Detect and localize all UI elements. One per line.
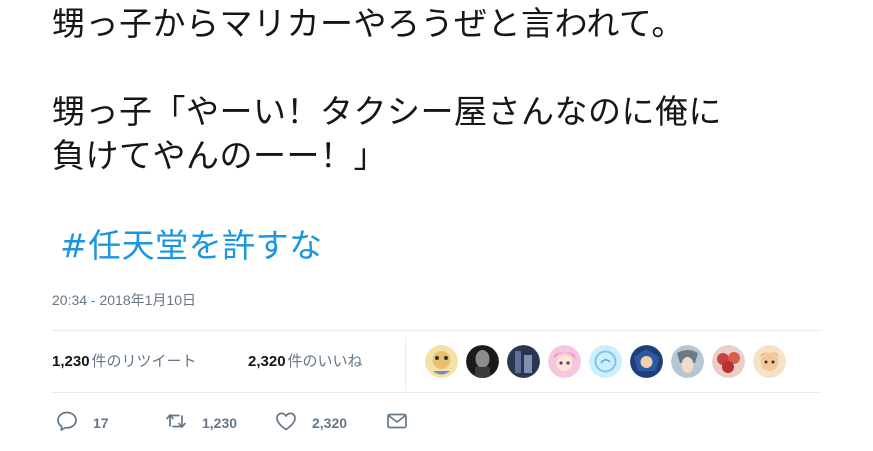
retweet-button[interactable]: 1,230 (164, 408, 237, 438)
like-count: 2,320 (312, 415, 348, 431)
direct-message-button[interactable] (385, 408, 409, 438)
likes-stat-label: 件のいいね (287, 353, 363, 370)
likes-stat[interactable]: 2,320 件のいいね (248, 350, 363, 371)
reply-icon (55, 409, 79, 437)
retweets-stat-label: 件のリツイート (91, 353, 197, 370)
stats-divider (405, 338, 406, 390)
tweet-line-4: 負けてやんのーー！」 (52, 136, 387, 175)
avatar[interactable] (630, 345, 663, 378)
avatar[interactable] (425, 345, 458, 378)
tweet-actions: 17 1,230 2,320 (52, 408, 452, 438)
likes-stat-count: 2,320 (248, 353, 286, 370)
retweets-stat-count: 1,230 (52, 353, 90, 370)
like-button[interactable]: 2,320 (274, 408, 347, 438)
avatar[interactable] (589, 345, 622, 378)
avatar[interactable] (466, 345, 499, 378)
divider-bottom (52, 392, 822, 393)
retweet-count: 1,230 (202, 415, 238, 431)
tweet-timestamp[interactable]: 20:34 - 2018年1月10日 (52, 290, 196, 310)
tweet-line-2 (52, 46, 852, 90)
tweet-line-3: 甥っ子「やーい！タクシー屋さんなのに俺に (52, 92, 722, 131)
reply-button[interactable]: 17 (55, 408, 109, 438)
tweet-line-1: 甥っ子からマリカーやろうぜと言われて。 (52, 4, 685, 43)
avatar[interactable] (671, 345, 704, 378)
reply-count: 17 (93, 415, 109, 431)
retweets-stat[interactable]: 1,230 件のリツイート (52, 350, 197, 371)
heart-icon (274, 409, 298, 437)
avatar[interactable] (548, 345, 581, 378)
avatar[interactable] (753, 345, 786, 378)
envelope-icon (385, 409, 409, 437)
hashtag-link[interactable]: #任天堂を許すな (60, 224, 323, 268)
retweet-icon (164, 409, 188, 437)
avatar[interactable] (507, 345, 540, 378)
tweet-text: 甥っ子からマリカーやろうぜと言われて。 甥っ子「やーい！タクシー屋さんなのに俺に… (52, 2, 852, 178)
engagement-stats: 1,230 件のリツイート 2,320 件のいいね (52, 330, 822, 392)
avatar[interactable] (712, 345, 745, 378)
